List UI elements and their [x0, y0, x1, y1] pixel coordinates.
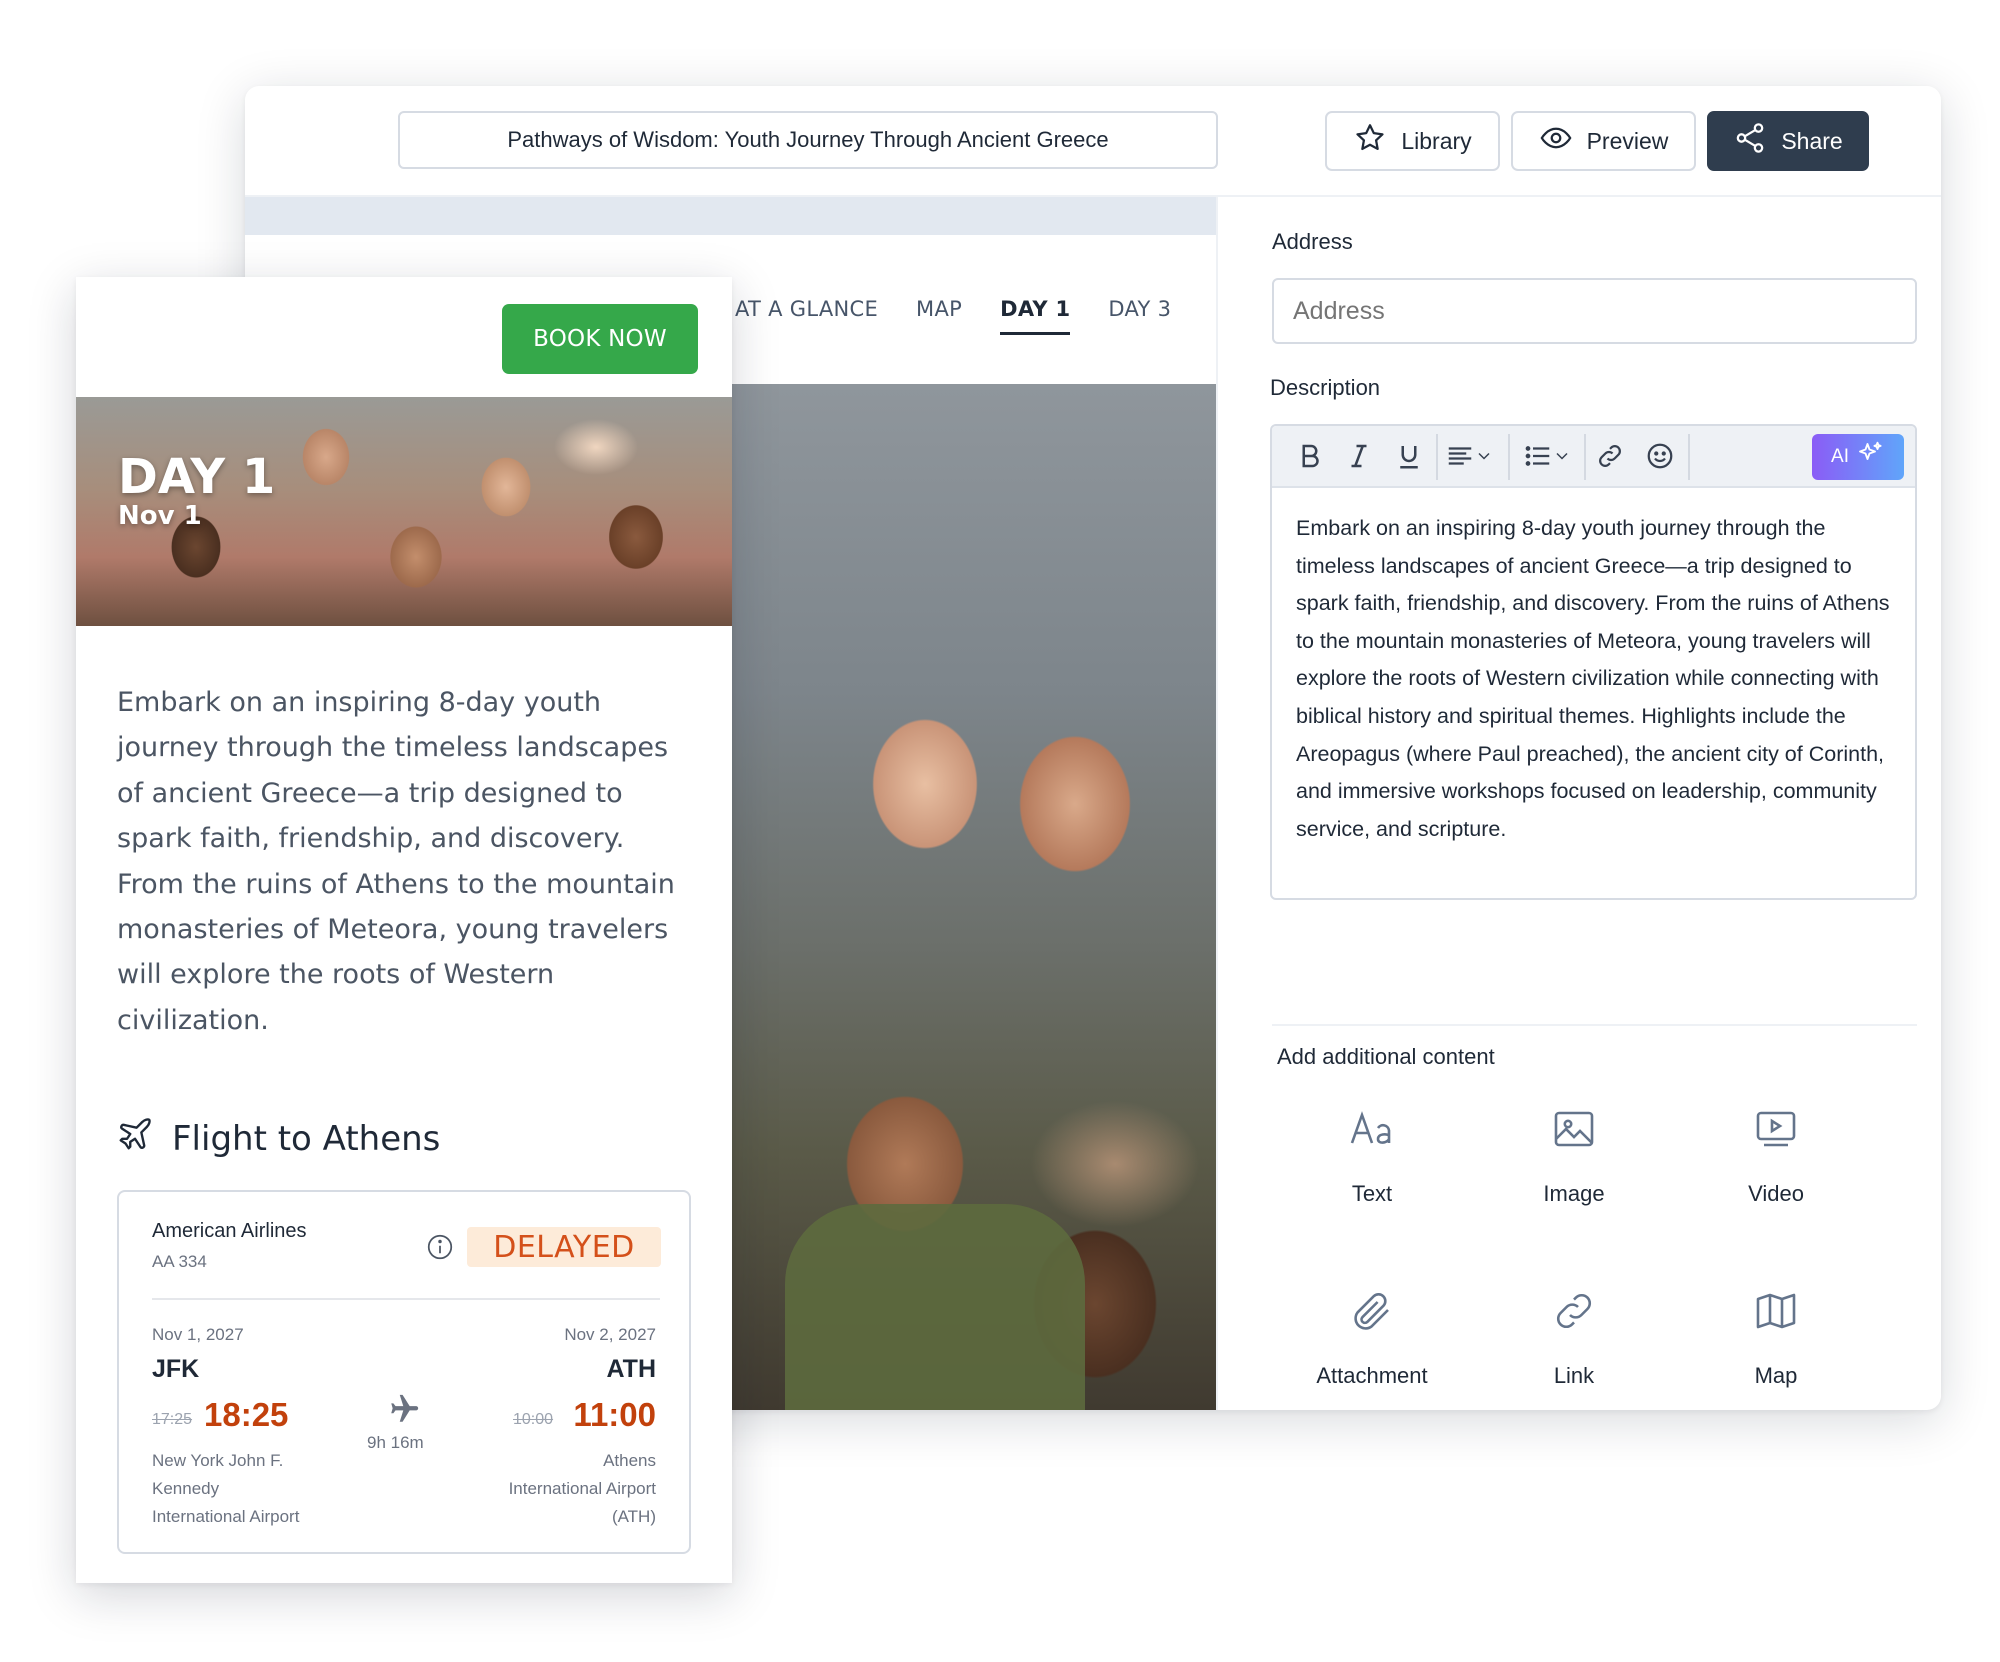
departure-airport-line: New York John F.: [152, 1451, 284, 1470]
departure-old-time: 17:25: [152, 1411, 193, 1428]
flight-card[interactable]: American Airlines AA 334 DELAYED Nov 1, …: [117, 1190, 691, 1554]
toolbar-separator: [1508, 434, 1510, 480]
rich-text-toolbar: AI: [1272, 426, 1915, 488]
airline-name: American Airlines: [152, 1220, 307, 1242]
toolbar-separator: [1584, 434, 1586, 480]
text-option-label: Text: [1351, 1181, 1393, 1206]
arrival-airport-line: International Airport: [508, 1479, 656, 1498]
tab-day-1[interactable]: DAY 1: [1000, 297, 1071, 335]
arrival-airport: Athens International Airport (ATH): [456, 1447, 656, 1531]
arrival-old-time: 10:00: [513, 1411, 554, 1428]
tab-at-a-glance[interactable]: AT A GLANCE: [735, 297, 878, 335]
info-icon[interactable]: [425, 1232, 455, 1262]
map-icon: [1676, 1279, 1876, 1343]
preview-header-strip: [245, 197, 1216, 235]
add-text-button[interactable]: Text: [1272, 1097, 1472, 1207]
content-side-panel: Address Description: [1216, 197, 1941, 1410]
video-option-label: Video: [1748, 1181, 1804, 1206]
departure-airport-line: Kennedy: [152, 1479, 220, 1498]
link-icon[interactable]: [1592, 438, 1628, 474]
eye-icon: [1539, 121, 1573, 161]
day-hero-image: DAY 1 Nov 1: [76, 397, 732, 626]
status-badge: DELAYED: [467, 1227, 661, 1267]
editor-toolbar: Pathways of Wisdom: Youth Journey Throug…: [245, 86, 1941, 197]
address-label: Address: [1272, 229, 1353, 254]
video-icon: [1676, 1097, 1876, 1161]
paperclip-icon: [1272, 1279, 1472, 1343]
bold-icon[interactable]: [1292, 438, 1328, 474]
chevron-down-icon[interactable]: [1550, 438, 1574, 474]
description-text[interactable]: Embark on an inspiring 8-day youth journ…: [1296, 510, 1896, 848]
map-option-label: Map: [1754, 1363, 1798, 1388]
ai-assist-button[interactable]: AI: [1812, 434, 1904, 480]
address-input[interactable]: [1272, 278, 1917, 344]
photo-detail: [785, 1204, 1085, 1410]
share-icon: [1733, 121, 1767, 161]
image-icon: [1474, 1097, 1674, 1161]
day-tabs: AT A GLANCE MAP DAY 1 DAY 3: [735, 297, 1171, 335]
book-now-button[interactable]: BOOK NOW: [502, 304, 698, 374]
chevron-down-icon[interactable]: [1472, 438, 1496, 474]
add-attachment-button[interactable]: Attachment: [1272, 1279, 1472, 1389]
arrival-airport-line: (ATH): [611, 1507, 656, 1526]
toolbar-separator: [1436, 434, 1438, 480]
italic-icon[interactable]: [1341, 438, 1377, 474]
day-title: DAY 1: [118, 449, 276, 505]
toolbar-separator: [1688, 434, 1690, 480]
image-option-label: Image: [1543, 1181, 1605, 1206]
day-description: Embark on an inspiring 8-day youth journ…: [117, 687, 675, 1036]
trip-title-field[interactable]: Pathways of Wisdom: Youth Journey Throug…: [398, 111, 1218, 169]
description-editor: AI Embark on an inspiring 8-day youth jo…: [1270, 424, 1917, 900]
departure-time: 18:25: [204, 1396, 289, 1433]
star-icon: [1353, 121, 1387, 161]
arrival-code: ATH: [606, 1355, 656, 1383]
flight-divider: [152, 1298, 660, 1300]
add-map-button[interactable]: Map: [1676, 1279, 1876, 1389]
ai-label: AI: [1831, 446, 1849, 467]
description-label: Description: [1270, 375, 1381, 400]
link-option-label: Link: [1553, 1363, 1595, 1388]
add-content-label: Add additional content: [1277, 1044, 1495, 1069]
arrival-date: Nov 2, 2027: [564, 1325, 656, 1344]
preview-button[interactable]: Preview: [1511, 111, 1696, 171]
mobile-day-preview: BOOK NOW DAY 1 Nov 1 Embark on an inspir…: [76, 277, 732, 1583]
add-link-button[interactable]: Link: [1474, 1279, 1674, 1389]
sparkle-icon: [1855, 439, 1885, 475]
plane-icon: [387, 1392, 421, 1426]
share-button[interactable]: Share: [1707, 111, 1869, 171]
departure-airport: New York John F. Kennedy International A…: [152, 1447, 352, 1531]
flight-number: AA 334: [152, 1252, 207, 1271]
add-image-button[interactable]: Image: [1474, 1097, 1674, 1207]
flight-duration: 9h 16m: [367, 1433, 424, 1452]
arrival-airport-line: Athens: [603, 1451, 656, 1470]
library-button[interactable]: Library: [1325, 111, 1500, 171]
departure-date: Nov 1, 2027: [152, 1325, 244, 1344]
departure-code: JFK: [152, 1355, 200, 1383]
text-icon: [1272, 1097, 1472, 1161]
emoji-icon[interactable]: [1642, 438, 1678, 474]
flight-heading: Flight to Athens: [116, 1115, 440, 1162]
link-icon: [1474, 1279, 1674, 1343]
preview-label: Preview: [1586, 127, 1669, 154]
tab-day-3[interactable]: DAY 3: [1108, 297, 1171, 335]
underline-icon[interactable]: [1391, 438, 1427, 474]
add-video-button[interactable]: Video: [1676, 1097, 1876, 1207]
share-label: Share: [1781, 127, 1843, 154]
section-divider: [1272, 1024, 1917, 1026]
tab-map[interactable]: MAP: [916, 297, 962, 335]
departure-airport-line: International Airport: [152, 1507, 300, 1526]
attachment-option-label: Attachment: [1316, 1363, 1428, 1388]
airplane-icon: [116, 1115, 154, 1162]
arrival-time: 11:00: [573, 1396, 656, 1433]
day-cover-photo: [725, 384, 1216, 1410]
flight-heading-text: Flight to Athens: [172, 1118, 441, 1159]
library-label: Library: [1401, 127, 1472, 154]
day-date: Nov 1: [118, 501, 202, 531]
